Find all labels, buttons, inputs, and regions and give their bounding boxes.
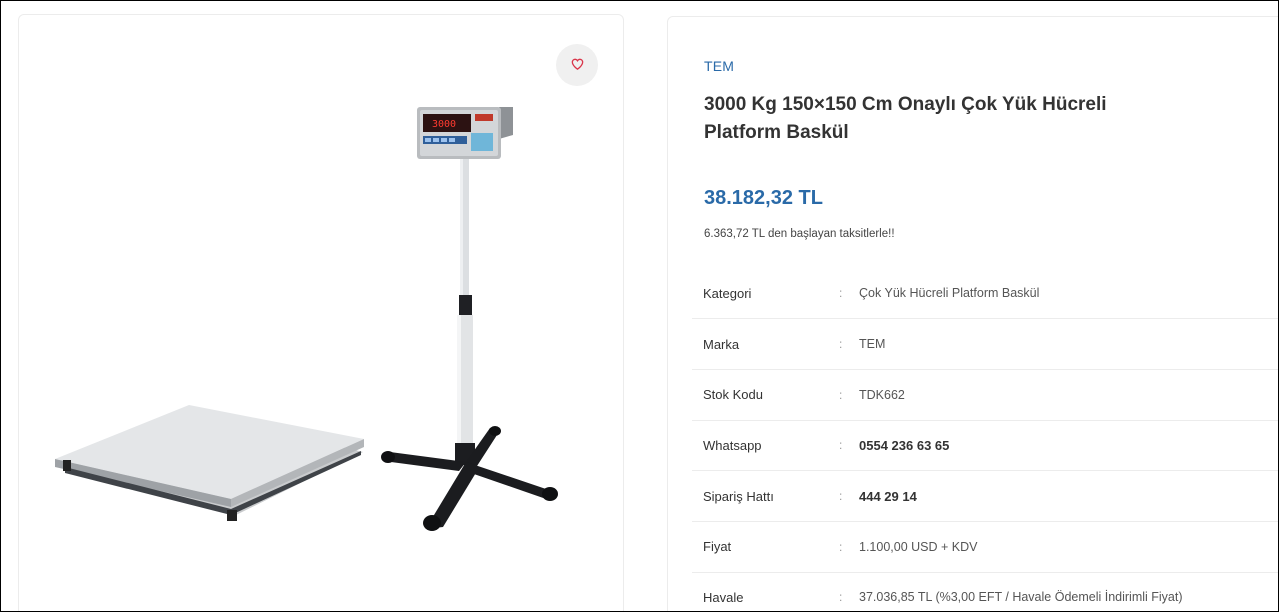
product-price: 38.182,32 TL: [704, 187, 823, 209]
installment-note: 6.363,72 TL den başlayan taksitlerle!!: [704, 228, 895, 240]
spec-separator: :: [839, 337, 843, 352]
spec-row-whatsapp: Whatsapp : 0554 236 63 65: [692, 420, 1278, 471]
spec-row-category: Kategori : Çok Yük Hücreli Platform Bask…: [692, 268, 1278, 319]
brand-value-link[interactable]: TEM: [859, 319, 1278, 370]
spec-label: Havale: [703, 589, 744, 605]
spec-separator: :: [839, 438, 843, 453]
product-info-panel: TEM 3000 Kg 150×150 Cm Onaylı Çok Yük Hü…: [667, 16, 1278, 611]
page-frame: 3000 TEM 3000 Kg 150×150 Cm Onaylı Çok Y…: [0, 0, 1279, 612]
whatsapp-number-link[interactable]: 0554 236 63 65: [859, 420, 1278, 471]
spec-separator: :: [839, 590, 843, 605]
spec-label: Kategori: [703, 285, 752, 301]
spec-row-price: Fiyat : 1.100,00 USD + KDV: [692, 521, 1278, 573]
heart-outline-icon: [571, 58, 584, 73]
brand-link[interactable]: TEM: [704, 58, 734, 74]
spec-label: Whatsapp: [703, 437, 762, 453]
product-gallery: 3000: [18, 14, 624, 612]
spec-label: Stok Kodu: [703, 387, 763, 403]
transfer-price-value: 37.036,85 TL (%3,00 EFT / Havale Ödemeli…: [859, 590, 1183, 605]
spec-row-transfer: Havale : 37.036,85 TL (%3,00 EFT / Haval…: [692, 572, 1278, 611]
product-spec-table: Kategori : Çok Yük Hücreli Platform Bask…: [692, 268, 1278, 611]
category-link[interactable]: Çok Yük Hücreli Platform Baskül: [859, 268, 1278, 319]
product-image[interactable]: 3000: [19, 15, 623, 612]
order-line-number-link[interactable]: 444 29 14: [859, 471, 1278, 522]
spec-label: Fiyat: [703, 539, 732, 555]
add-to-favorites-button[interactable]: [556, 44, 598, 86]
spec-row-brand: Marka : TEM: [692, 319, 1278, 370]
product-title: 3000 Kg 150×150 Cm Onaylı Çok Yük Hücrel…: [704, 94, 1107, 143]
spec-row-stock-code: Stok Kodu : TDK662: [692, 369, 1278, 421]
usd-price-value: 1.100,00 USD + KDV: [859, 539, 978, 554]
indicator-stand: [381, 155, 558, 531]
indicator-readout: 3000: [432, 119, 456, 130]
spec-label: Marka: [703, 336, 740, 352]
stock-code-value: TDK662: [859, 387, 905, 402]
spec-label: Sipariş Hattı: [703, 488, 774, 504]
weight-indicator: 3000: [417, 107, 513, 159]
spec-row-order-line: Sipariş Hattı : 444 29 14: [692, 471, 1278, 522]
spec-separator: :: [839, 387, 843, 402]
spec-separator: :: [839, 286, 843, 301]
platform-plate: [55, 405, 364, 521]
spec-separator: :: [839, 539, 843, 554]
spec-separator: :: [839, 489, 843, 504]
